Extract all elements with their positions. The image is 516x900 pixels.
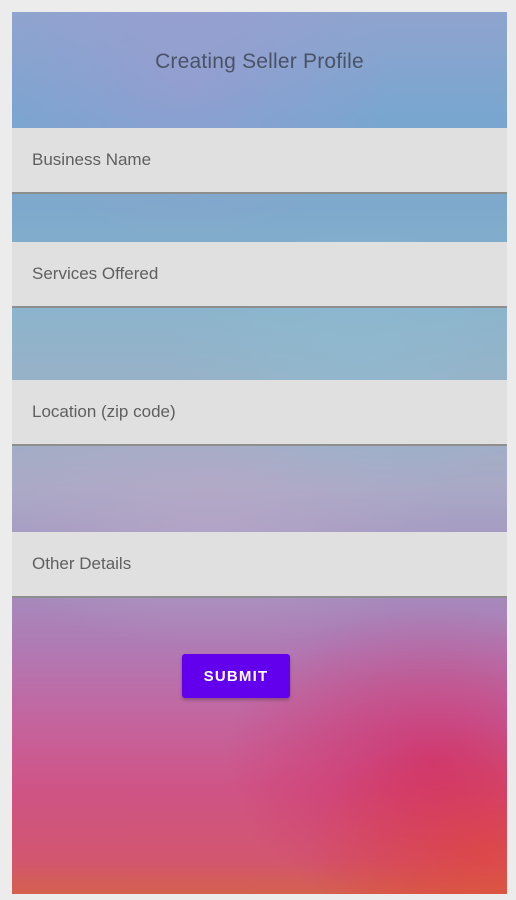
page-title: Creating Seller Profile: [155, 50, 364, 73]
submit-button[interactable]: SUBMIT: [182, 654, 290, 698]
other-details-field[interactable]: [12, 532, 507, 598]
services-offered-field[interactable]: [12, 242, 507, 308]
location-zip-input[interactable]: [12, 380, 507, 444]
business-name-field[interactable]: [12, 128, 507, 194]
services-offered-input[interactable]: [12, 242, 507, 306]
other-details-input[interactable]: [12, 532, 507, 596]
location-field[interactable]: [12, 380, 507, 446]
app-screen: Creating Seller Profile SUBMIT: [12, 12, 507, 894]
business-name-input[interactable]: [12, 128, 507, 192]
